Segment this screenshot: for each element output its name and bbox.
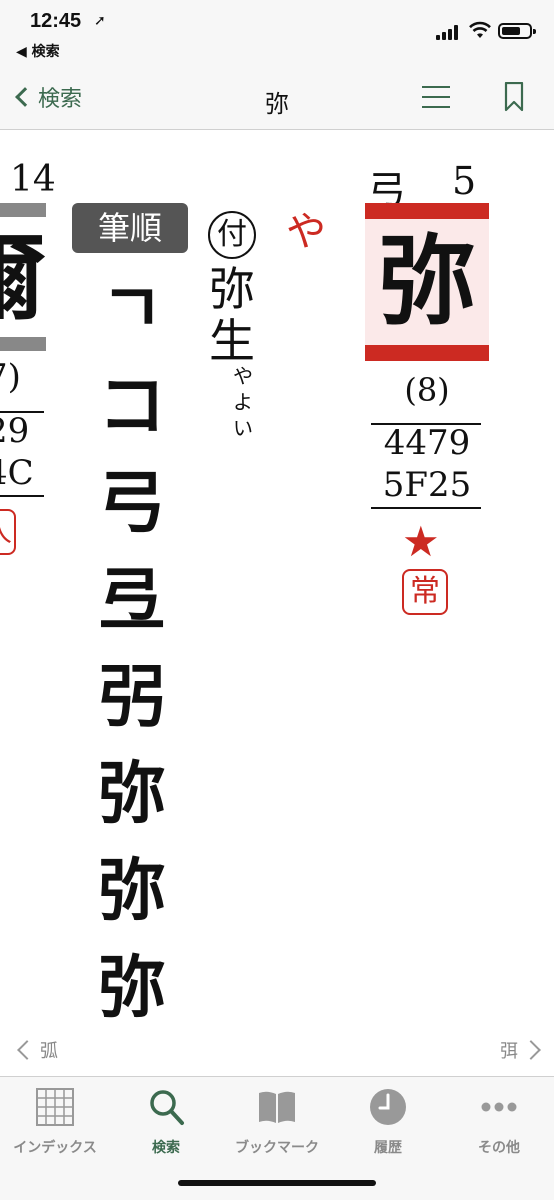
more-icon — [481, 1102, 517, 1112]
tab-search[interactable]: 検索 — [111, 1085, 221, 1161]
stroke-order-step: 弓 — [97, 463, 166, 543]
total-stroke-count: (8) — [404, 371, 450, 409]
prev-entry-label: 弧 — [40, 1041, 58, 1062]
prev-entry-unicode: 4C — [0, 453, 34, 493]
stroke-order-step: コ — [97, 366, 166, 446]
prev-entry-headword[interactable]: 爾 — [0, 203, 46, 351]
status-time: 12:45 — [30, 10, 82, 32]
chevron-left-icon — [17, 1040, 37, 1060]
prev-divider-bottom — [0, 495, 44, 497]
tab-index[interactable]: インデックス — [0, 1085, 110, 1161]
headword-bar-top — [365, 203, 489, 219]
headword-bar-bottom — [365, 345, 489, 361]
stroke-order-step: 弥 — [97, 754, 166, 834]
stroke-order-step: 弥 — [97, 948, 166, 1028]
tab-label: その他 — [478, 1140, 520, 1156]
page-title: 弥 — [265, 90, 289, 118]
back-to-app-link[interactable]: ◀ 検索 — [16, 41, 60, 61]
menu-icon[interactable] — [422, 86, 450, 108]
stroke-order-step: 弥 — [97, 851, 166, 931]
search-icon — [150, 1090, 184, 1125]
code-divider-bottom — [371, 507, 481, 509]
grid-icon — [36, 1088, 74, 1126]
tab-label: ブックマーク — [235, 1140, 319, 1156]
headword-box: 弥 — [365, 203, 489, 361]
bookmark-icon[interactable] — [504, 82, 524, 112]
chevron-right-icon — [521, 1040, 541, 1060]
wifi-icon — [469, 21, 491, 38]
star-icon: ★ — [402, 517, 440, 566]
tab-label: インデックス — [13, 1140, 97, 1156]
stroke-order-label: 筆順 — [72, 203, 188, 253]
entry-content[interactable]: 14 爾 7) 29 4C 人 筆順 ㄱ コ 弓 弖 弜 弥 弥 弥 付 弥生 … — [0, 131, 554, 1076]
location-arrow-icon: ➚ — [94, 13, 106, 29]
headword-kanji: 弥 — [377, 224, 476, 339]
nanori-reading: やよい — [233, 364, 253, 440]
tab-bookmark[interactable]: ブックマーク — [222, 1085, 332, 1161]
unicode-code: 5F25 — [382, 465, 472, 505]
tab-label: 履歴 — [374, 1140, 402, 1156]
tab-history[interactable]: 履歴 — [333, 1085, 443, 1161]
stroke-order-list: ㄱ コ 弓 弖 弜 弥 弥 弥 — [82, 261, 182, 1037]
clock-icon — [370, 1089, 406, 1125]
jouyou-badge: 常 — [402, 569, 448, 615]
prev-entry-stroke-count: 7) — [0, 357, 21, 397]
appendix-mark: 付 — [208, 211, 256, 259]
cellular-signal-icon — [436, 24, 462, 40]
radical-stroke-count: 5 — [452, 159, 477, 203]
stroke-order-step: 弖 — [97, 560, 166, 640]
navigation-bar: 検索 弥 — [0, 64, 554, 130]
prev-entry-jinmei-badge: 人 — [0, 509, 16, 555]
reading: や — [286, 209, 326, 255]
tab-more[interactable]: その他 — [444, 1085, 554, 1161]
home-indicator[interactable] — [178, 1180, 376, 1186]
battery-icon — [498, 23, 536, 39]
status-bar: 12:45 ➚ ◀ 検索 — [0, 0, 554, 64]
next-entry-link[interactable]: 弭 — [500, 1037, 541, 1063]
prev-entry-kanji: 爾 — [0, 223, 46, 333]
jis-code: 4479 — [383, 423, 471, 463]
nanori-word: 弥生 — [209, 262, 255, 368]
prev-entry-link[interactable]: 弧 — [16, 1037, 58, 1063]
prev-entry-radical-strokes: 14 — [10, 159, 56, 200]
prev-entry-jis-code: 29 — [0, 411, 30, 451]
next-entry-label: 弭 — [500, 1041, 518, 1062]
tab-label: 検索 — [152, 1140, 180, 1156]
book-icon — [259, 1091, 295, 1123]
stroke-order-step: ㄱ — [100, 269, 164, 349]
stroke-order-step: 弜 — [97, 657, 166, 737]
